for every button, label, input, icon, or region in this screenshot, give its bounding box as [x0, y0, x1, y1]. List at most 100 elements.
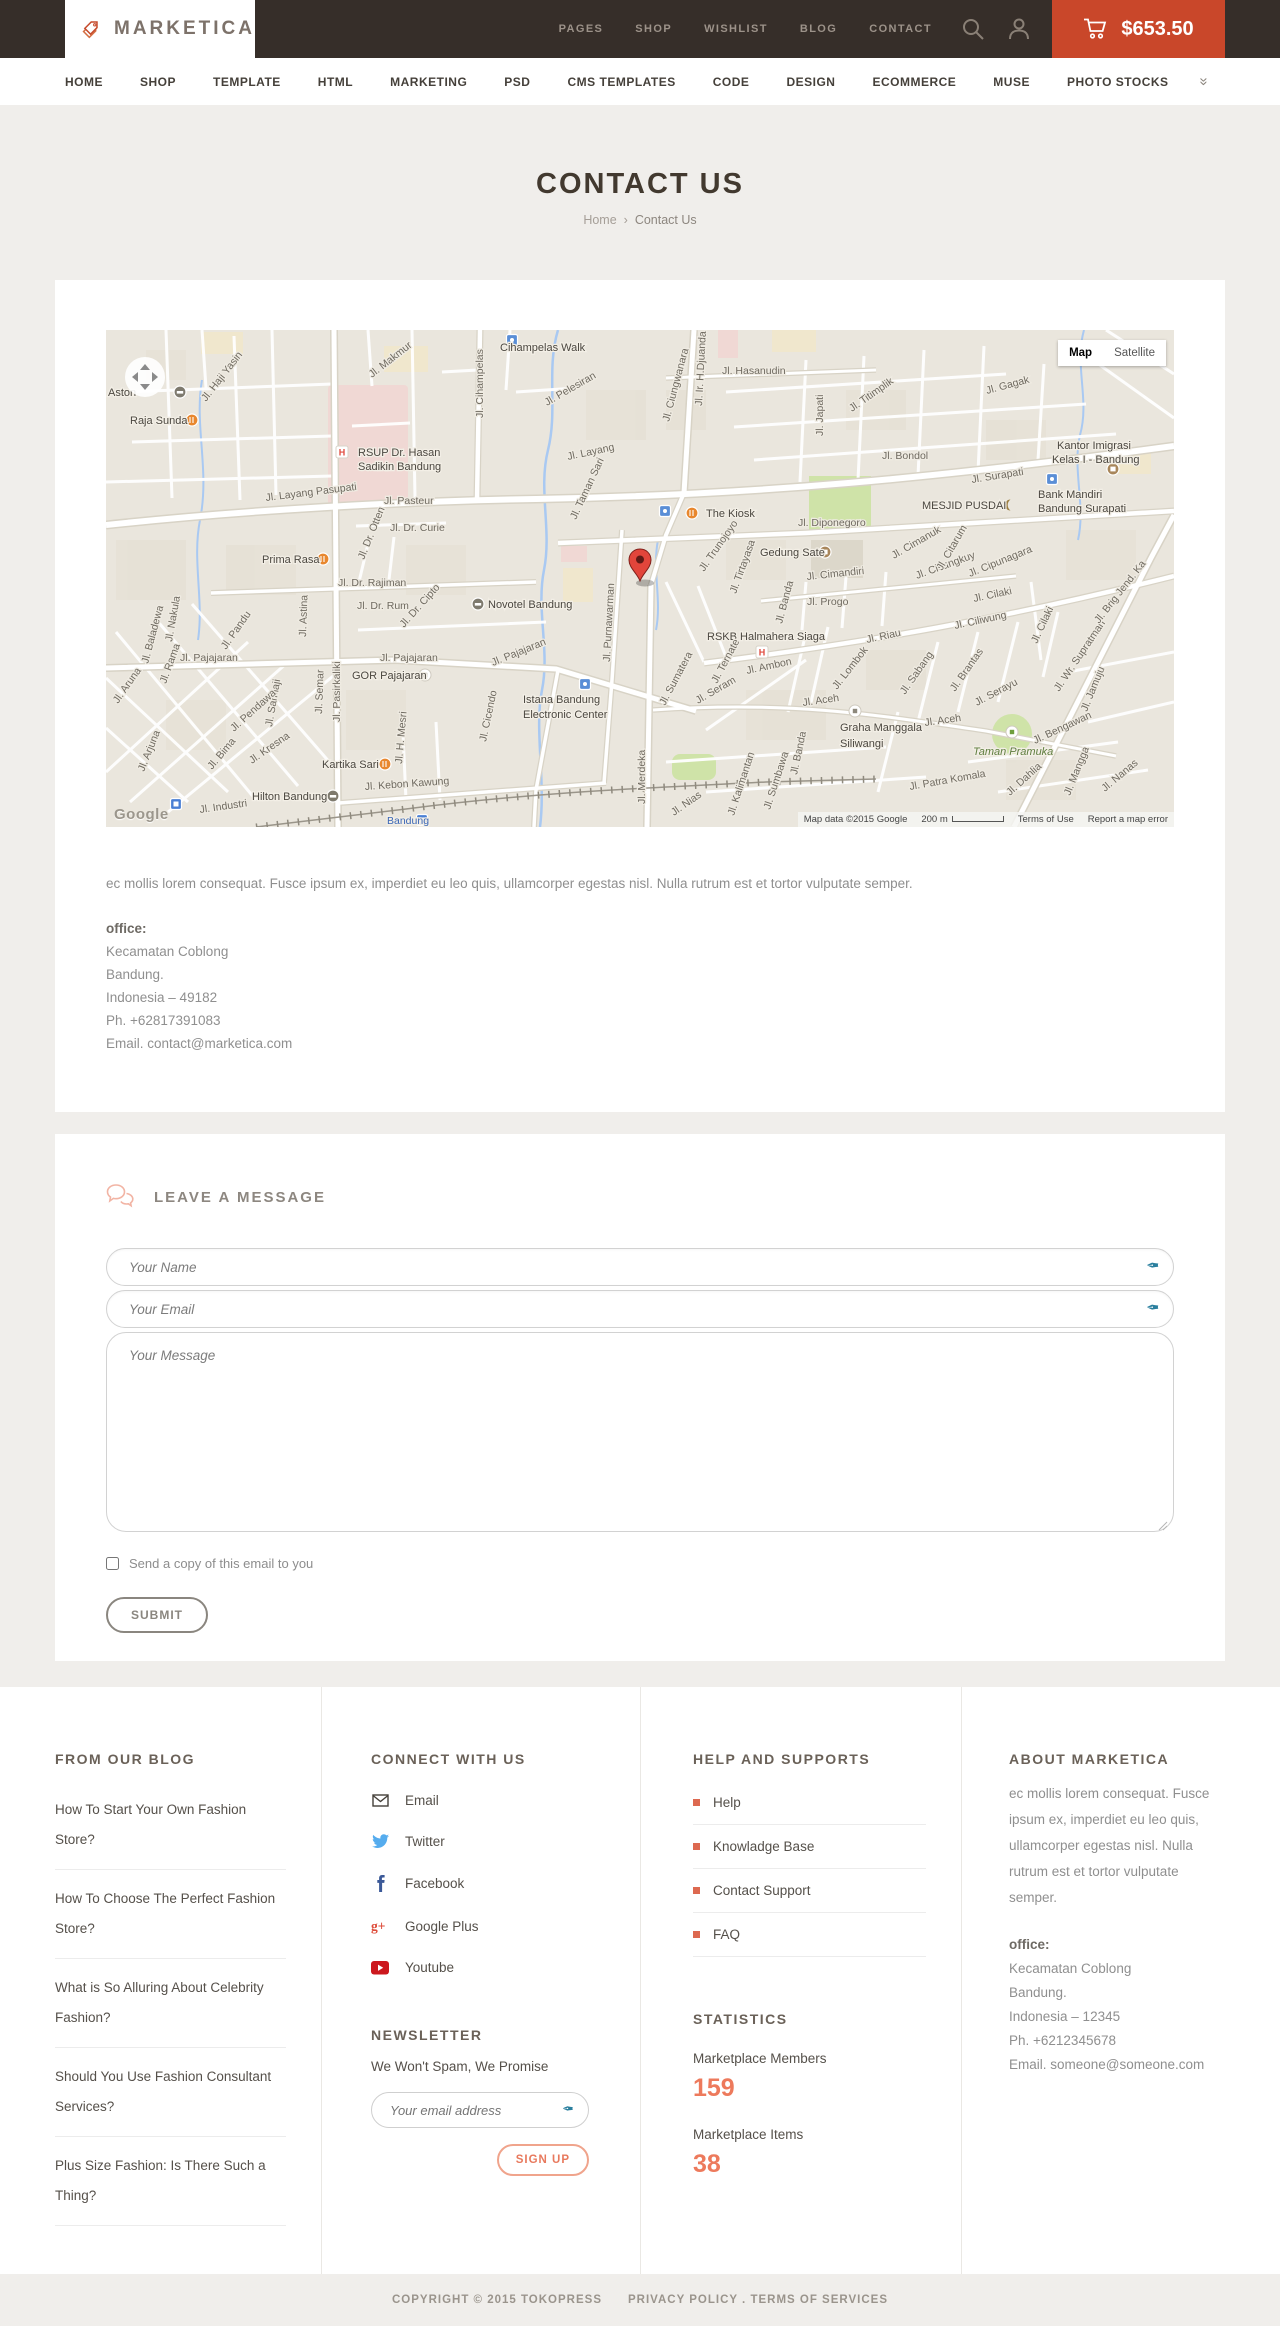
- map-attribution: Map data ©2015 Google 200 m Terms of Use…: [797, 812, 1174, 827]
- map-label-poi: RSUP Dr. Hasan: [358, 447, 440, 459]
- top-nav: PAGES SHOP WISHLIST BLOG CONTACT: [559, 23, 932, 35]
- map-type-satellite-button[interactable]: Satellite: [1103, 340, 1166, 366]
- footer-blog-title: FROM OUR BLOG: [55, 1751, 196, 1767]
- footer-about-column: ABOUT MARKETICA ec mollis lorem consequa…: [961, 1687, 1280, 2274]
- footer-connect-column: CONNECT WITH US Email Twitter Facebook g+ Go…: [321, 1687, 640, 2274]
- help-link-knowladge-base[interactable]: Knowladge Base: [693, 1825, 926, 1869]
- menu-item-shop[interactable]: SHOP: [140, 75, 176, 89]
- connect-item-email[interactable]: Email: [371, 1793, 610, 1808]
- facebook-icon: [371, 1875, 389, 1892]
- map-report-link[interactable]: Report a map error: [1088, 814, 1168, 825]
- submit-button[interactable]: SUBMIT: [106, 1597, 208, 1633]
- menu-item-ecommerce[interactable]: ECOMMERCE: [872, 75, 956, 89]
- help-label: Contact Support: [713, 1883, 811, 1898]
- google-logo: Google: [114, 806, 169, 823]
- chat-bubbles-icon: [106, 1184, 134, 1208]
- map-label-poi: Novotel Bandung: [488, 599, 572, 611]
- message-textarea[interactable]: [106, 1332, 1174, 1532]
- help-link-faq[interactable]: FAQ: [693, 1913, 926, 1957]
- blog-link[interactable]: How To Start Your Own Fashion Store?: [55, 1781, 286, 1870]
- menu-item-design[interactable]: DESIGN: [786, 75, 835, 89]
- about-office-line: Email. someone@someone.com: [1009, 2057, 1205, 2072]
- map-label-poi: Raja Sunda: [130, 415, 188, 427]
- blog-link[interactable]: Plus Size Fashion: Is There Such a Thing…: [55, 2137, 286, 2226]
- blog-link[interactable]: How To Choose The Perfect Fashion Store?: [55, 1870, 286, 1959]
- menu-item-psd[interactable]: PSD: [504, 75, 530, 89]
- stat-label: Marketplace Items: [693, 2127, 804, 2142]
- menu-item-cms-templates[interactable]: CMS TEMPLATES: [567, 75, 675, 89]
- copyright-text: COPYRIGHT © 2015 TOKOPRESS: [391, 2294, 602, 2306]
- map-type-control: Map Satellite: [1058, 340, 1166, 366]
- menu-item-photo-stocks[interactable]: PHOTO STOCKS: [1067, 75, 1169, 89]
- blog-link[interactable]: Should You Use Fashion Consultant Servic…: [55, 2048, 286, 2137]
- message-card: LEAVE A MESSAGE ✒ ✒ Send a copy of this …: [55, 1134, 1225, 1661]
- top-nav-item-pages[interactable]: PAGES: [559, 23, 604, 35]
- chevron-down-icon[interactable]: »: [1195, 77, 1212, 85]
- message-field-wrap: [106, 1332, 1174, 1537]
- help-label: Knowladge Base: [713, 1839, 815, 1854]
- newsletter-email-input[interactable]: [371, 2092, 589, 2128]
- menu-item-home[interactable]: HOME: [65, 75, 103, 89]
- map-pan-control[interactable]: [124, 356, 166, 398]
- map-label-road: Jl. Diponegoro: [798, 517, 866, 529]
- svg-text:g+: g+: [371, 1919, 385, 1934]
- map-label-road: Jl. Dr. Rum: [357, 600, 409, 612]
- about-text: ec mollis lorem consequat. Fusce ipsum e…: [1009, 1786, 1210, 1905]
- connect-label: Facebook: [405, 1876, 465, 1891]
- marketica-tag-icon: [82, 21, 98, 39]
- user-icon[interactable]: [1006, 16, 1032, 42]
- logo[interactable]: MARKETICA: [65, 0, 255, 58]
- map-label-road: Jl. Merdeka: [636, 750, 648, 804]
- blog-link[interactable]: What is So Alluring About Celebrity Fash…: [55, 1959, 286, 2048]
- search-icon[interactable]: [960, 16, 986, 42]
- twitter-icon: [371, 1834, 389, 1849]
- connect-label: Twitter: [405, 1834, 445, 1849]
- footer-links[interactable]: PRIVACY POLICY . TERMS OF SERVICES: [628, 2294, 888, 2306]
- connect-item-youtube[interactable]: Youtube: [371, 1960, 610, 1975]
- connect-item-twitter[interactable]: Twitter: [371, 1834, 610, 1849]
- map-label-poi: Hilton Bandung: [252, 791, 327, 803]
- top-nav-item-contact[interactable]: CONTACT: [869, 23, 932, 35]
- help-link-help[interactable]: Help: [693, 1781, 926, 1825]
- map-poi-lodging-icon: [326, 789, 340, 803]
- map-label-poi: Cihampelas Walk: [500, 342, 586, 354]
- menu-item-muse[interactable]: MUSE: [993, 75, 1030, 89]
- email-icon: [371, 1794, 389, 1807]
- connect-item-google-plus[interactable]: g+ Google Plus: [371, 1918, 610, 1934]
- map-poi-restaurant-icon: [378, 757, 392, 771]
- footer: FROM OUR BLOG How To Start Your Own Fash…: [0, 1687, 1280, 2326]
- google-map[interactable]: HH Aston Raja Sunda Jl. Haji Yasin Cihampel…: [106, 330, 1174, 827]
- menu-item-code[interactable]: CODE: [713, 75, 750, 89]
- name-input[interactable]: [106, 1248, 1174, 1286]
- signup-button[interactable]: SIGN UP: [496, 2144, 589, 2176]
- email-input[interactable]: [106, 1290, 1174, 1328]
- newsletter-title: NEWSLETTER: [371, 2027, 483, 2043]
- map-label-road: Jl. Pajajaran: [380, 652, 438, 664]
- send-copy-checkbox[interactable]: [106, 1557, 119, 1570]
- map-poi-shop-icon: [578, 677, 592, 691]
- menu-item-marketing[interactable]: MARKETING: [390, 75, 467, 89]
- map-label-poi: Kelas I - Bandung: [1052, 454, 1139, 466]
- map-poi-hospital-icon: H: [335, 445, 349, 459]
- send-copy-label: Send a copy of this email to you: [129, 1556, 314, 1571]
- map-poi-restaurant-icon: [185, 413, 199, 427]
- map-data-text: Map data ©2015 Google: [803, 814, 908, 825]
- page-title: CONTACT US: [536, 168, 744, 200]
- square-bullet-icon: [693, 1887, 700, 1894]
- menu-item-html[interactable]: HTML: [318, 75, 353, 89]
- top-nav-item-shop[interactable]: SHOP: [635, 23, 672, 35]
- map-terms-link[interactable]: Terms of Use: [1018, 814, 1074, 825]
- menu-item-template[interactable]: TEMPLATE: [213, 75, 281, 89]
- breadcrumb-home[interactable]: Home: [583, 213, 616, 227]
- top-nav-item-blog[interactable]: BLOG: [800, 23, 837, 35]
- top-nav-item-wishlist[interactable]: WISHLIST: [704, 23, 768, 35]
- cart-icon: [1084, 18, 1107, 39]
- connect-item-facebook[interactable]: Facebook: [371, 1875, 610, 1892]
- map-label-poi: Kantor Imigrasi: [1057, 440, 1131, 452]
- map-poi-parkdot-icon: [1005, 725, 1019, 739]
- about-office-block: office: Kecamatan Coblong Bandung. Indones…: [1009, 1933, 1225, 2077]
- help-link-contact-support[interactable]: Contact Support: [693, 1869, 926, 1913]
- map-type-map-button[interactable]: Map: [1058, 340, 1104, 366]
- map-label-poi: Prima Rasa: [262, 554, 320, 566]
- cart-button[interactable]: $653.50: [1052, 0, 1225, 58]
